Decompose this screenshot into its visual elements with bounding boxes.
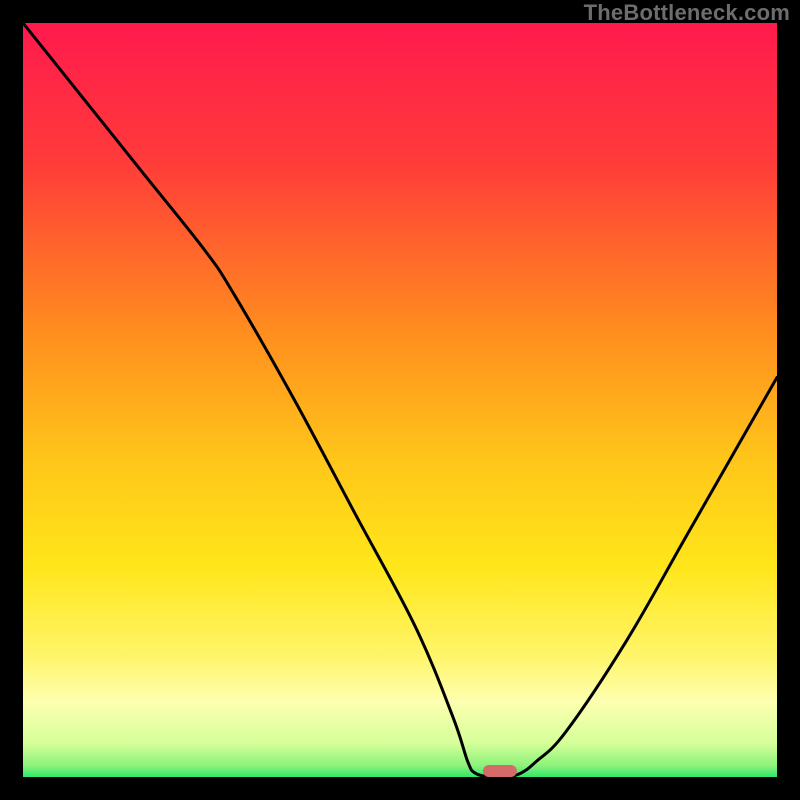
chart-frame: TheBottleneck.com xyxy=(0,0,800,800)
chart-svg xyxy=(23,23,777,777)
watermark-text: TheBottleneck.com xyxy=(584,0,790,26)
optimal-marker xyxy=(483,765,517,777)
gradient-background xyxy=(23,23,777,777)
bottleneck-chart xyxy=(23,23,777,777)
